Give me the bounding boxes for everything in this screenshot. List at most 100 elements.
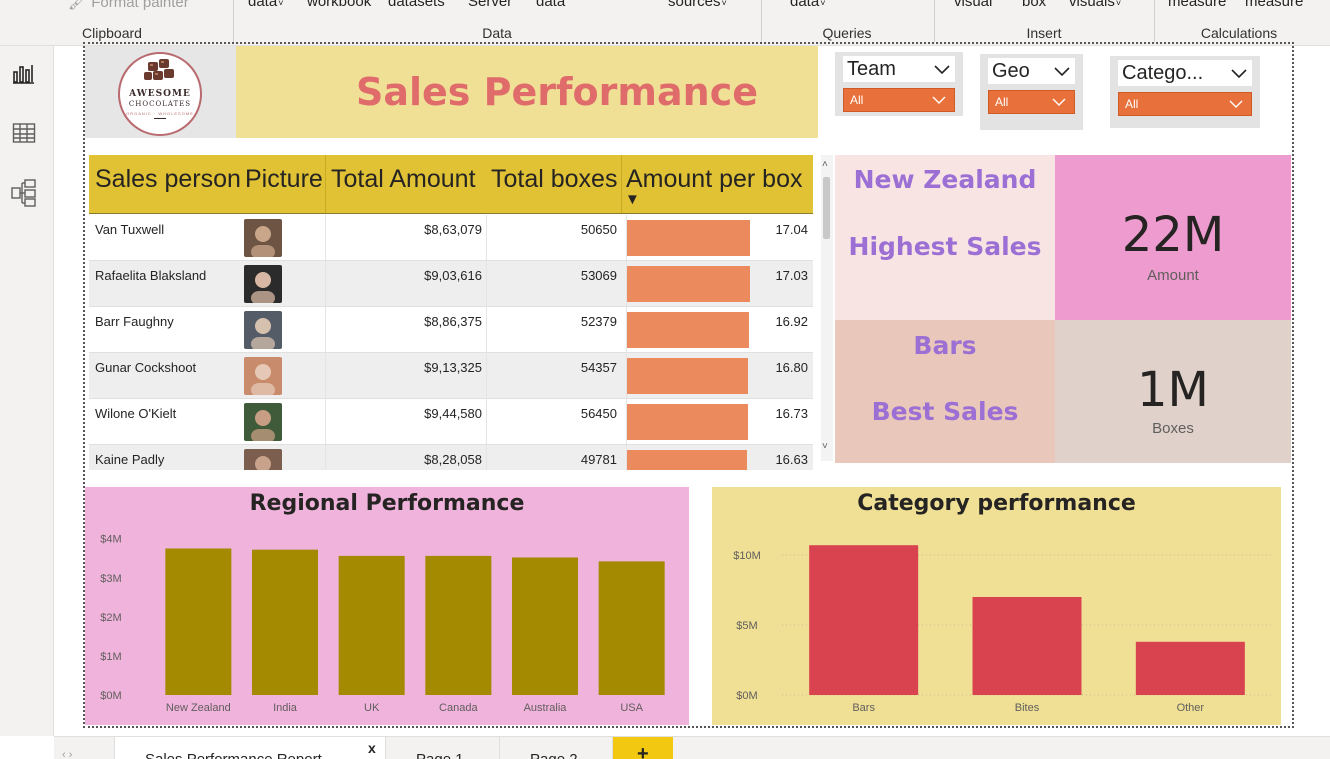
bar[interactable] xyxy=(809,545,919,695)
report-view-icon[interactable] xyxy=(10,60,38,88)
column-header-sales-person[interactable]: Sales person xyxy=(95,165,241,194)
total-amount-value: $9,03,616 xyxy=(424,268,482,283)
excel-workbook-button[interactable]: workbook xyxy=(307,0,371,10)
bar[interactable] xyxy=(425,555,492,695)
total-amount-value: $9,44,580 xyxy=(424,406,482,421)
datasets-button[interactable]: datasets xyxy=(388,0,445,10)
new-visual-button[interactable]: visual xyxy=(954,0,992,10)
bar[interactable] xyxy=(598,561,665,695)
tab-page-2[interactable]: Page 2 xyxy=(500,737,613,759)
paintbrush-icon: 🖌 xyxy=(68,0,88,11)
category-slicer[interactable]: Catego... All xyxy=(1110,56,1260,128)
data-view-icon[interactable] xyxy=(10,119,38,147)
x-tick-label: India xyxy=(273,702,298,714)
logo-panel: AWESOME CHOCOLATES ORGANIC · WHOLESOME xyxy=(85,46,236,138)
chocolates-icon xyxy=(144,59,174,80)
slicer-header[interactable]: Team xyxy=(843,56,955,82)
text-box-button[interactable]: box xyxy=(1022,0,1046,10)
sort-descending-icon: ▼ xyxy=(625,191,640,208)
amount-per-box-bar xyxy=(626,358,749,394)
table-row[interactable]: Barr Faughny $8,86,375 52379 16.92 xyxy=(89,307,813,353)
column-header-total-boxes[interactable]: Total boxes xyxy=(491,165,617,194)
bar[interactable] xyxy=(512,557,578,695)
add-page-button[interactable]: + xyxy=(613,737,673,759)
tab-page-1[interactable]: Page 1 xyxy=(386,737,500,759)
column-divider xyxy=(486,445,487,470)
amount-per-box-value: 17.04 xyxy=(775,222,808,237)
x-tick-label: Australia xyxy=(524,702,568,714)
table-row[interactable]: Gunar Cockshoot $9,13,325 54357 16.80 xyxy=(89,353,813,399)
scroll-down-icon[interactable]: ˅ xyxy=(822,441,828,452)
bar[interactable] xyxy=(338,555,405,695)
enter-data-button[interactable]: data xyxy=(536,0,565,10)
tab-sales-performance-report[interactable]: Sales Performance Report xyxy=(114,737,386,759)
table-row[interactable]: Van Tuxwell $8,63,079 50650 17.04 xyxy=(89,215,813,261)
sales-person-table[interactable]: Sales person Picture Total Amount Total … xyxy=(89,155,813,470)
slicer-header[interactable]: Catego... xyxy=(1118,60,1252,86)
transform-data-button[interactable]: data˅ xyxy=(790,0,825,10)
sql-server-button[interactable]: Server xyxy=(468,0,512,10)
team-slicer[interactable]: Team All xyxy=(835,52,963,116)
column-header-picture[interactable]: Picture xyxy=(245,165,323,194)
column-header-total-amount[interactable]: Total Amount xyxy=(331,165,476,194)
ribbon: 🖌 Format painter data˅ workbook datasets… xyxy=(0,0,1330,46)
column-divider xyxy=(486,399,487,445)
table-row[interactable]: Wilone O'Kielt $9,44,580 56450 16.73 xyxy=(89,399,813,445)
table-header: Sales person Picture Total Amount Total … xyxy=(89,155,813,214)
geo-slicer[interactable]: Geo All xyxy=(980,54,1083,130)
bar[interactable] xyxy=(1135,641,1245,695)
scroll-thumb[interactable] xyxy=(823,177,830,239)
bar[interactable] xyxy=(252,549,318,695)
category-performance-chart[interactable]: Category performance $0M $5M $10M Bars Bites… xyxy=(712,487,1281,725)
regional-performance-chart[interactable]: Regional Performance $0M $1M $2M $3M $4M New … xyxy=(85,487,689,725)
tab-scroll-left-icon[interactable]: ‹ › xyxy=(62,749,72,759)
sales-person-photo xyxy=(244,403,282,441)
logo-tagline: ORGANIC · WHOLESOME xyxy=(126,111,194,116)
x-tick-label: Bites xyxy=(1015,702,1040,714)
y-tick-label: $0M xyxy=(736,690,757,702)
top-category-card: Bars Best Sales xyxy=(835,320,1055,463)
column-divider xyxy=(626,307,627,353)
total-boxes-value: 53069 xyxy=(580,268,617,283)
more-visuals-button[interactable]: visuals˅ xyxy=(1069,0,1121,10)
slicer-header[interactable]: Geo xyxy=(988,58,1075,84)
slicer-value: All xyxy=(1125,97,1139,111)
y-tick-label: $3M xyxy=(100,573,121,585)
recent-sources-button[interactable]: sources˅ xyxy=(668,0,727,10)
amount-per-box-bar xyxy=(626,450,747,470)
sales-person-name: Kaine Padly xyxy=(95,452,165,467)
sales-person-name: Rafaelita Blaksland xyxy=(95,268,207,283)
table-scrollbar[interactable]: ˄ ˅ xyxy=(821,155,833,461)
model-view-icon[interactable] xyxy=(10,179,38,207)
column-divider xyxy=(626,445,627,470)
slicer-dropdown[interactable]: All xyxy=(843,88,955,112)
regional-chart-plot: $0M $1M $2M $3M $4M New Zealand India UK Canada A… xyxy=(100,534,665,714)
amount-per-box-value: 16.73 xyxy=(775,406,808,421)
table-row[interactable]: Kaine Padly $8,28,058 49781 16.63 xyxy=(89,445,813,470)
slicer-title: Catego... xyxy=(1122,61,1204,84)
slicer-dropdown[interactable]: All xyxy=(1118,92,1252,116)
column-divider xyxy=(325,399,326,445)
column-header-amount-per-box[interactable]: Amount per box xyxy=(626,165,803,194)
scroll-up-icon[interactable]: ˄ xyxy=(822,159,828,170)
close-tab-icon[interactable]: x xyxy=(368,740,376,756)
get-data-button[interactable]: data˅ xyxy=(248,0,283,10)
ribbon-divider xyxy=(1154,0,1155,42)
category-chart-plot: $0M $5M $10M Bars Bites Other xyxy=(733,545,1272,714)
format-painter-button[interactable]: 🖌 Format painter xyxy=(68,0,189,11)
total-amount-value: $8,63,079 xyxy=(424,222,482,237)
x-tick-label: New Zealand xyxy=(166,702,231,714)
bar[interactable] xyxy=(165,548,232,695)
quick-measure-button[interactable]: measure xyxy=(1245,0,1303,10)
slicer-dropdown[interactable]: All xyxy=(988,90,1075,114)
view-switcher xyxy=(0,46,54,736)
sales-person-photo xyxy=(244,311,282,349)
amount-value: 22M xyxy=(1121,207,1225,263)
sales-person-photo xyxy=(244,265,282,303)
column-divider xyxy=(626,399,627,445)
chevron-down-icon xyxy=(934,65,950,75)
bar[interactable] xyxy=(972,597,1082,695)
new-measure-button[interactable]: measure xyxy=(1168,0,1226,10)
column-divider xyxy=(325,215,326,261)
table-row[interactable]: Rafaelita Blaksland $9,03,616 53069 17.03 xyxy=(89,261,813,307)
